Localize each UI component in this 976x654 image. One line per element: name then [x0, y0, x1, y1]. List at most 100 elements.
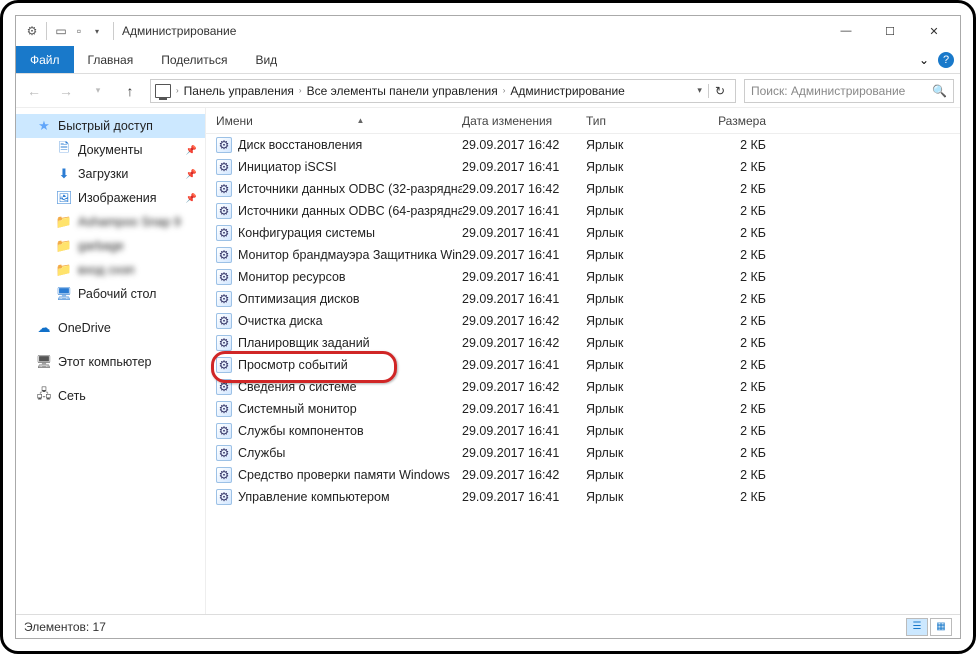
address-bar[interactable]: › Панель управления › Все элементы панел… [150, 79, 736, 103]
view-tab[interactable]: Вид [241, 46, 291, 73]
sidebar-item-label: Ashampoo Snap 9 [78, 215, 181, 229]
close-button[interactable]: ✕ [912, 17, 956, 45]
file-date: 29.09.2017 16:42 [462, 314, 586, 328]
recent-dropdown-icon[interactable]: ▾ [86, 79, 110, 103]
desktop-icon: 🖥 [56, 286, 72, 302]
sidebar-item-documents[interactable]: 🗎Документы📌 [16, 138, 205, 162]
sidebar-item-label: Сеть [58, 389, 86, 403]
file-size: 2 КБ [702, 138, 782, 152]
sidebar-item-label: Этот компьютер [58, 355, 151, 369]
sidebar-item-folder[interactable]: 📁вход снэп [16, 258, 205, 282]
sidebar-item-folder[interactable]: 📁garbage [16, 234, 205, 258]
file-size: 2 КБ [702, 160, 782, 174]
chevron-right-icon[interactable]: › [500, 86, 509, 95]
ribbon-expand-icon[interactable]: ⌄ [914, 50, 934, 70]
column-header-type[interactable]: Тип [586, 114, 702, 128]
sidebar-item-quick-access[interactable]: ★Быстрый доступ [16, 114, 205, 138]
explorer-window: ⚙ ▭ ▫ ▾ Администрирование — ☐ ✕ Файл Гла… [15, 15, 961, 639]
file-row[interactable]: ⚙Источники данных ODBC (64-разрядна...29… [206, 200, 960, 222]
file-date: 29.09.2017 16:41 [462, 270, 586, 284]
pin-icon: 📌 [186, 145, 197, 156]
sidebar-item-network[interactable]: 🖧Сеть [16, 384, 205, 408]
share-tab[interactable]: Поделиться [147, 46, 241, 73]
file-type: Ярлык [586, 358, 702, 372]
separator [113, 22, 114, 40]
shortcut-icon: ⚙ [216, 225, 232, 241]
address-dropdown-icon[interactable]: ▾ [693, 85, 706, 96]
sidebar-item-pictures[interactable]: 🖼Изображения📌 [16, 186, 205, 210]
file-row[interactable]: ⚙Планировщик заданий29.09.2017 16:42Ярлы… [206, 332, 960, 354]
file-date: 29.09.2017 16:42 [462, 468, 586, 482]
file-name: Средство проверки памяти Windows [238, 468, 450, 482]
file-name: Конфигурация системы [238, 226, 375, 240]
file-row[interactable]: ⚙Службы компонентов29.09.2017 16:41Ярлык… [206, 420, 960, 442]
sidebar-item-label: garbage [78, 239, 124, 253]
sidebar-item-desktop[interactable]: 🖥 Рабочий стол [16, 282, 205, 306]
file-row[interactable]: ⚙Источники данных ODBC (32-разрядна...29… [206, 178, 960, 200]
file-size: 2 КБ [702, 380, 782, 394]
refresh-button[interactable]: ↻ [708, 84, 731, 98]
up-button[interactable]: ↑ [118, 79, 142, 103]
file-type: Ярлык [586, 380, 702, 394]
file-row[interactable]: ⚙Сведения о системе29.09.2017 16:42Ярлык… [206, 376, 960, 398]
file-row[interactable]: ⚙Конфигурация системы29.09.2017 16:41Ярл… [206, 222, 960, 244]
maximize-button[interactable]: ☐ [868, 17, 912, 45]
file-type: Ярлык [586, 424, 702, 438]
breadcrumb[interactable]: Все элементы панели управления [307, 84, 498, 98]
file-row[interactable]: ⚙Очистка диска29.09.2017 16:42Ярлык2 КБ [206, 310, 960, 332]
file-row[interactable]: ⚙Управление компьютером29.09.2017 16:41Я… [206, 486, 960, 508]
help-icon[interactable]: ? [938, 52, 954, 68]
file-size: 2 КБ [702, 292, 782, 306]
breadcrumb[interactable]: Панель управления [184, 84, 294, 98]
properties-icon[interactable]: ▭ [53, 23, 69, 39]
sidebar-item-downloads[interactable]: ⬇Загрузки📌 [16, 162, 205, 186]
forward-button[interactable]: → [54, 79, 78, 103]
file-row[interactable]: ⚙Диск восстановления29.09.2017 16:42Ярлы… [206, 134, 960, 156]
search-box[interactable]: Поиск: Администрирование 🔍 [744, 79, 954, 103]
column-header-size[interactable]: Размера [702, 114, 782, 128]
file-row[interactable]: ⚙Монитор брандмауэра Защитника Win...29.… [206, 244, 960, 266]
column-header-name[interactable]: Имени▲ [206, 114, 462, 128]
file-size: 2 КБ [702, 204, 782, 218]
minimize-button[interactable]: — [824, 17, 868, 45]
file-row[interactable]: ⚙Оптимизация дисков29.09.2017 16:41Ярлык… [206, 288, 960, 310]
search-placeholder: Поиск: Администрирование [751, 84, 905, 98]
sidebar-item-folder[interactable]: 📁Ashampoo Snap 9 [16, 210, 205, 234]
file-size: 2 КБ [702, 468, 782, 482]
qat-dropdown-icon[interactable]: ▾ [89, 23, 105, 39]
file-date: 29.09.2017 16:41 [462, 490, 586, 504]
file-row[interactable]: ⚙Средство проверки памяти Windows29.09.2… [206, 464, 960, 486]
chevron-right-icon[interactable]: › [296, 86, 305, 95]
file-size: 2 КБ [702, 182, 782, 196]
back-button[interactable]: ← [22, 79, 46, 103]
file-name: Очистка диска [238, 314, 323, 328]
location-icon [155, 84, 171, 98]
column-header-date[interactable]: Дата изменения [462, 114, 586, 128]
shortcut-icon: ⚙ [216, 489, 232, 505]
shortcut-icon: ⚙ [216, 181, 232, 197]
home-tab[interactable]: Главная [74, 46, 148, 73]
details-view-button[interactable]: ☰ [906, 618, 928, 636]
file-tab[interactable]: Файл [16, 46, 74, 73]
sidebar-item-this-pc[interactable]: 🖥Этот компьютер [16, 350, 205, 374]
file-date: 29.09.2017 16:42 [462, 138, 586, 152]
shortcut-icon: ⚙ [216, 445, 232, 461]
icons-view-button[interactable]: ▦ [930, 618, 952, 636]
sidebar-item-onedrive[interactable]: ☁OneDrive [16, 316, 205, 340]
file-date: 29.09.2017 16:41 [462, 402, 586, 416]
new-folder-icon[interactable]: ▫ [71, 23, 87, 39]
file-row[interactable]: ⚙Службы29.09.2017 16:41Ярлык2 КБ [206, 442, 960, 464]
file-date: 29.09.2017 16:42 [462, 380, 586, 394]
file-row[interactable]: ⚙Системный монитор29.09.2017 16:41Ярлык2… [206, 398, 960, 420]
file-row[interactable]: ⚙Просмотр событий29.09.2017 16:41Ярлык2 … [206, 354, 960, 376]
file-date: 29.09.2017 16:41 [462, 358, 586, 372]
sidebar-item-label: Рабочий стол [78, 287, 156, 301]
chevron-right-icon[interactable]: › [173, 86, 182, 95]
file-row[interactable]: ⚙Инициатор iSCSI29.09.2017 16:41Ярлык2 К… [206, 156, 960, 178]
file-row[interactable]: ⚙Монитор ресурсов29.09.2017 16:41Ярлык2 … [206, 266, 960, 288]
shortcut-icon: ⚙ [216, 247, 232, 263]
navigation-bar: ← → ▾ ↑ › Панель управления › Все элемен… [16, 74, 960, 108]
file-name: Службы компонентов [238, 424, 364, 438]
document-icon: 🗎 [56, 142, 72, 158]
breadcrumb[interactable]: Администрирование [510, 84, 624, 98]
